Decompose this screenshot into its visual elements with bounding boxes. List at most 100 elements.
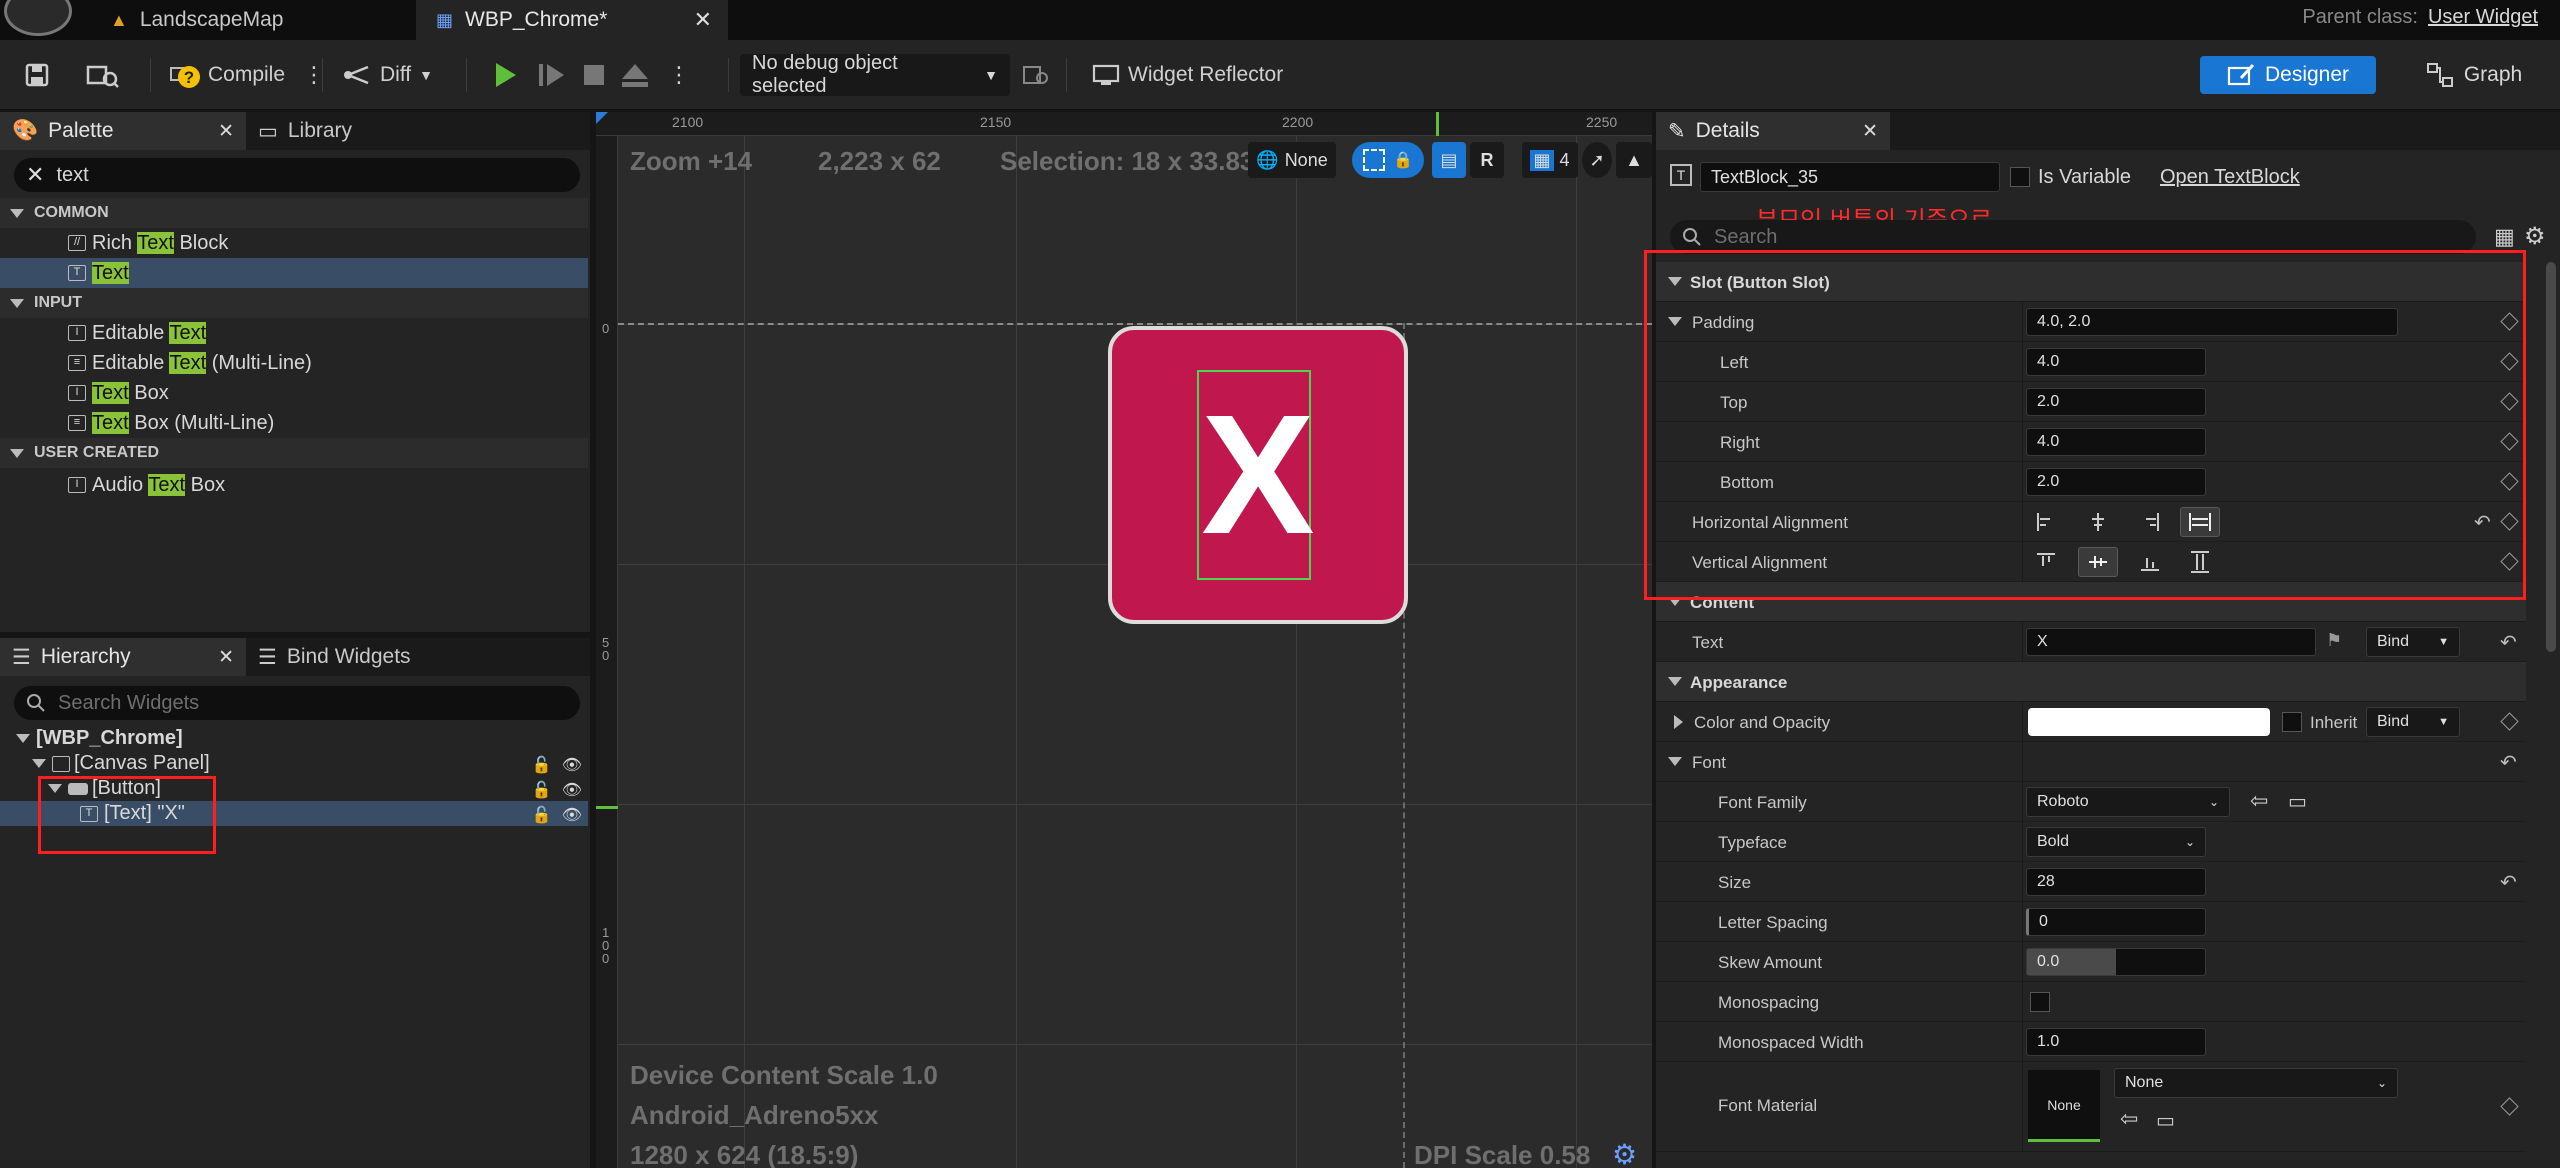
row-color-opacity: Color and Opacity Inherit Bind ▼ xyxy=(1656,702,2526,742)
reset-to-default-icon[interactable]: ↶ xyxy=(2500,630,2517,655)
use-selected-asset-icon[interactable]: ⇦ xyxy=(2120,1106,2138,1132)
browse-asset-icon[interactable]: ▭ xyxy=(2288,789,2307,814)
widget-name-input[interactable]: TextBlock_35 xyxy=(1700,162,2000,192)
use-selected-asset-icon[interactable]: ⇦ xyxy=(2250,788,2268,814)
palette-item-text[interactable]: T Text xyxy=(0,258,588,288)
close-palette-icon[interactable]: ✕ xyxy=(218,120,234,143)
designer-mode-button[interactable]: Designer xyxy=(2200,56,2376,94)
reset-to-default-icon[interactable]: ↶ xyxy=(2500,870,2517,895)
visibility-eye-icon[interactable]: 👁 xyxy=(562,755,582,775)
monospacing-checkbox[interactable] xyxy=(2030,992,2050,1012)
text-bind-dropdown[interactable]: Bind ▼ xyxy=(2366,627,2460,657)
letter-spacing-input[interactable]: 0 xyxy=(2026,908,2206,936)
tab-hierarchy[interactable]: ☰ Hierarchy ✕ xyxy=(0,638,246,676)
visibility-eye-icon[interactable]: 👁 xyxy=(562,780,582,800)
browse-asset-icon[interactable]: ▭ xyxy=(2156,1108,2175,1133)
horizontal-ruler[interactable]: 2100 2150 2200 2250 xyxy=(596,112,1652,136)
reset-to-default-icon[interactable]: ↶ xyxy=(2500,750,2517,775)
text-value-input[interactable]: X xyxy=(2026,628,2316,656)
category-user-created[interactable]: USER CREATED xyxy=(0,438,588,468)
palette-item-editable-text-multiline[interactable]: ≡ Editable Text (Multi-Line) xyxy=(0,348,588,378)
preview-image-button[interactable]: ▲ xyxy=(1616,142,1652,178)
open-textblock-link[interactable]: Open TextBlock xyxy=(2160,166,2300,189)
is-variable-checkbox[interactable] xyxy=(2010,167,2030,187)
keyframe-diamond-icon[interactable] xyxy=(2500,1097,2519,1116)
expand-icon[interactable] xyxy=(1674,715,1683,729)
clear-search-icon[interactable]: ✕ xyxy=(26,162,44,188)
settings-gear-icon[interactable]: ⚙ xyxy=(2524,222,2546,251)
parent-class-link[interactable]: User Widget xyxy=(2428,6,2538,29)
details-scrollbar[interactable] xyxy=(2546,262,2556,652)
category-common[interactable]: COMMON xyxy=(0,198,588,228)
graph-mode-button[interactable]: Graph xyxy=(2404,56,2544,94)
color-swatch[interactable] xyxy=(2028,708,2270,736)
font-family-dropdown[interactable]: Roboto ⌄ xyxy=(2026,787,2230,817)
browse-button[interactable] xyxy=(86,40,120,110)
debug-object-dropdown[interactable]: No debug object selected ▼ xyxy=(740,52,1010,97)
pencil-icon: ✎ xyxy=(1668,119,1686,143)
debug-browse-button[interactable] xyxy=(1022,40,1050,110)
compile-button[interactable]: ? Compile ⋮ xyxy=(170,40,325,110)
annotation-box-hierarchy xyxy=(38,776,216,854)
layout-transform-button[interactable]: ▤ xyxy=(1432,142,1466,178)
respect-locks-toggle[interactable]: 🔒 xyxy=(1352,142,1424,178)
skew-amount-slider[interactable]: 0.0 xyxy=(2026,948,2206,976)
tab-bind-widgets[interactable]: ☰ Bind Widgets xyxy=(246,638,446,676)
tree-root[interactable]: [WBP_Chrome] xyxy=(0,726,588,751)
color-bind-dropdown[interactable]: Bind ▼ xyxy=(2366,707,2460,737)
close-hierarchy-icon[interactable]: ✕ xyxy=(218,646,234,669)
widget-reflector-button[interactable]: Widget Reflector xyxy=(1092,40,1283,110)
play-options-icon[interactable]: ⋮ xyxy=(668,40,690,110)
collapse-icon xyxy=(10,208,24,218)
table-view-icon[interactable]: ▦ xyxy=(2494,224,2515,250)
details-tabs: ✎ Details ✕ xyxy=(1656,112,2560,150)
close-tab-icon[interactable]: ✕ xyxy=(694,7,712,33)
lock-icon[interactable]: 🔓 xyxy=(532,780,552,800)
dpi-settings-gear-icon[interactable]: ⚙ xyxy=(1612,1138,1637,1168)
palette-item-rich-text-block[interactable]: // Rich Text Block xyxy=(0,228,588,258)
font-material-dropdown[interactable]: None ⌄ xyxy=(2114,1068,2398,1098)
row-monospacing: Monospacing xyxy=(1656,982,2526,1022)
palette-item-editable-text[interactable]: I Editable Text xyxy=(0,318,588,348)
collapse-icon[interactable] xyxy=(1668,757,1682,766)
diff-button[interactable]: Diff ▼ xyxy=(342,40,433,110)
grid-snap-button[interactable]: ▦ 4 xyxy=(1522,142,1578,178)
tab-details[interactable]: ✎ Details ✕ xyxy=(1656,112,1890,150)
category-input[interactable]: INPUT xyxy=(0,288,588,318)
palette-search-input[interactable]: ✕ text xyxy=(14,158,580,192)
typeface-dropdown[interactable]: Bold ⌄ xyxy=(2026,827,2206,857)
keyframe-diamond-icon[interactable] xyxy=(2500,712,2519,731)
tab-library[interactable]: ▭ Library xyxy=(246,112,446,150)
lock-icon[interactable]: 🔓 xyxy=(532,755,552,775)
palette-item-text-box[interactable]: I Text Box xyxy=(0,378,588,408)
tree-canvas-panel[interactable]: [Canvas Panel] 🔓 👁 xyxy=(0,751,588,776)
tab-palette[interactable]: 🎨 Palette ✕ xyxy=(0,112,246,150)
hierarchy-search-input[interactable]: Search Widgets xyxy=(14,686,580,720)
palette-item-text-box-multiline[interactable]: ≡ Text Box (Multi-Line) xyxy=(0,408,588,438)
save-button[interactable] xyxy=(24,40,50,110)
font-material-thumbnail[interactable]: None xyxy=(2028,1070,2100,1142)
device-content-scale: Device Content Scale 1.0 xyxy=(630,1060,938,1090)
inherit-checkbox[interactable] xyxy=(2282,712,2302,732)
localization-preview-button[interactable]: 🌐 None xyxy=(1248,142,1336,178)
relative-mode-button[interactable]: R xyxy=(1470,142,1504,178)
font-size-input[interactable]: 28 xyxy=(2026,868,2206,896)
vertical-ruler[interactable]: 0 5 0 1 0 0 xyxy=(596,136,618,1168)
monospaced-width-input[interactable]: 1.0 xyxy=(2026,1028,2206,1056)
designer-canvas[interactable]: 2100 2150 2200 2250 0 5 0 1 0 0 Zoom +14… xyxy=(596,112,1652,1168)
pointer-tool-button[interactable]: ➚ xyxy=(1582,142,1612,178)
tab-landscapemap[interactable]: ▲ LandscapeMap xyxy=(90,0,412,40)
localization-flag-icon[interactable]: ⚑ xyxy=(2326,630,2342,651)
visibility-eye-icon[interactable]: 👁 xyxy=(562,805,582,825)
play-button[interactable] xyxy=(490,40,520,110)
lock-icon[interactable]: 🔓 xyxy=(532,805,552,825)
tab-wbp-chrome[interactable]: ▦ WBP_Chrome* ✕ xyxy=(416,0,728,40)
stop-button[interactable] xyxy=(580,40,608,110)
step-button[interactable] xyxy=(536,40,566,110)
unreal-logo-icon[interactable] xyxy=(4,0,72,36)
palette-item-audio-text-box[interactable]: I Audio Text Box xyxy=(0,468,588,502)
close-details-icon[interactable]: ✕ xyxy=(1862,120,1878,143)
eject-button[interactable] xyxy=(620,40,650,110)
details-search-input[interactable]: Search xyxy=(1670,220,2476,254)
section-appearance[interactable]: Appearance xyxy=(1656,662,2526,702)
